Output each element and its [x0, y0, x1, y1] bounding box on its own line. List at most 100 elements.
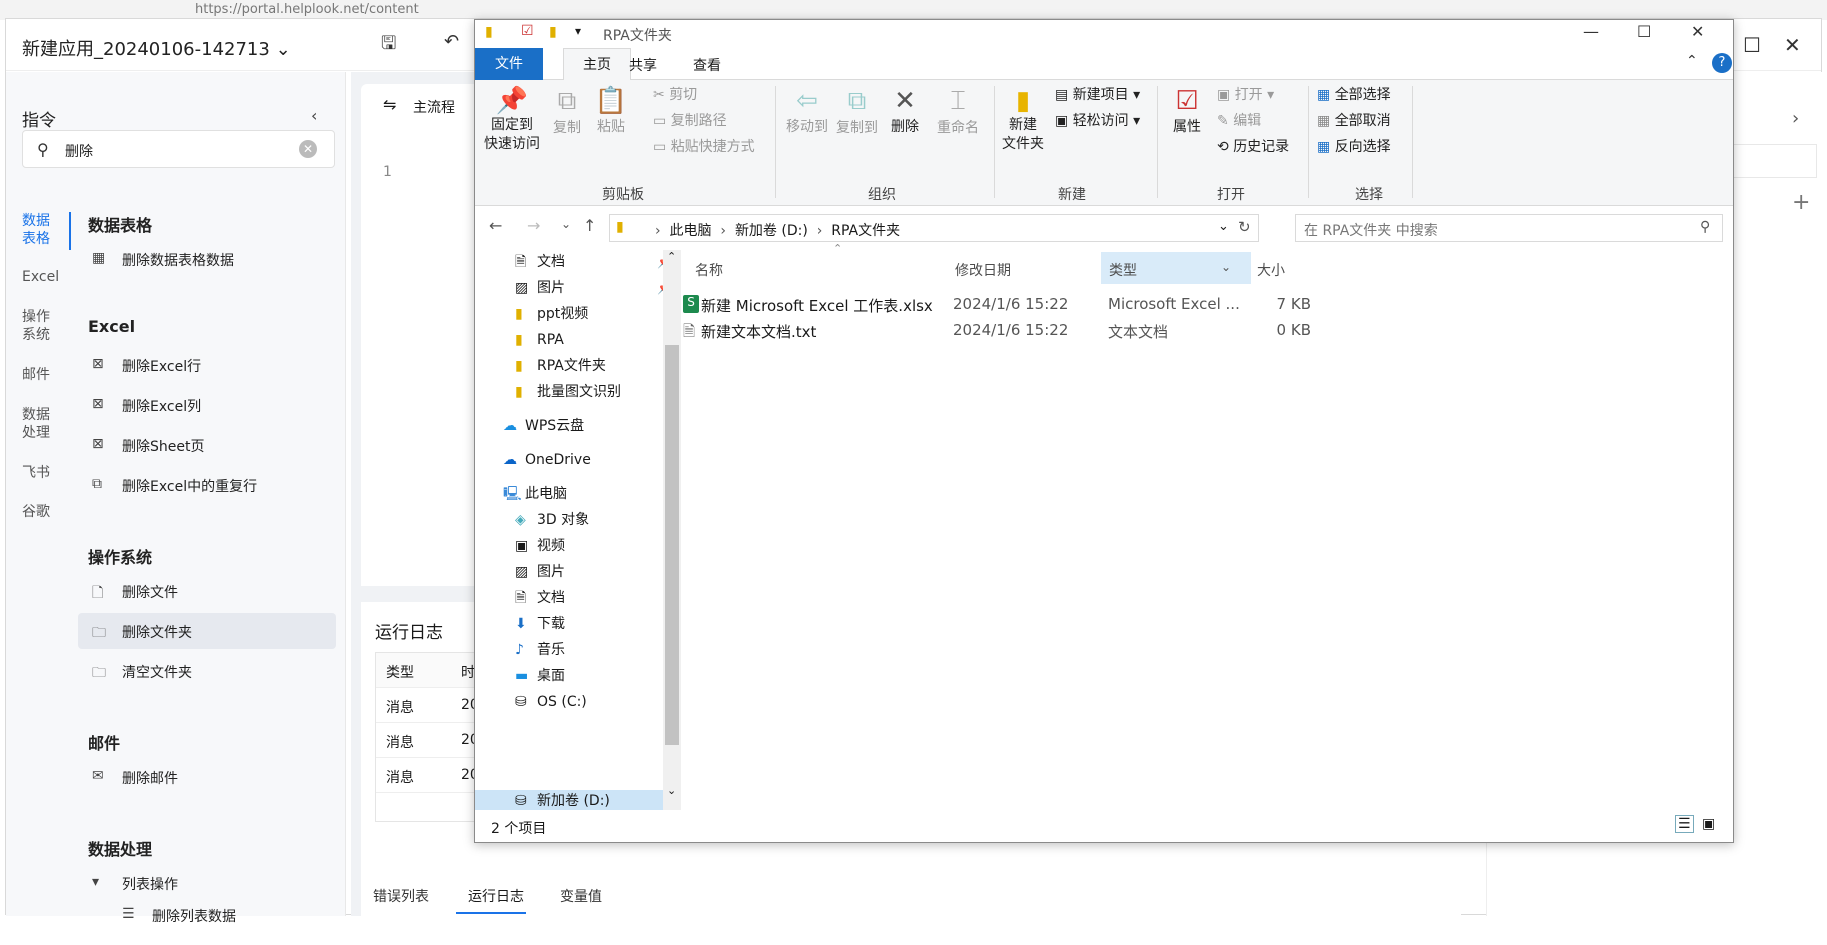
category-feishu[interactable]: 飞书	[22, 464, 50, 482]
paste-shortcut-button[interactable]: ▭ 粘贴快捷方式	[653, 136, 755, 156]
rename-button[interactable]: ⌶ 重命名	[933, 86, 983, 137]
properties-qa-icon[interactable]: ☑	[521, 23, 534, 39]
maximize-icon[interactable]: ☐	[1637, 22, 1651, 41]
nav-item[interactable]: ▮ RPA	[515, 326, 564, 354]
nav-item[interactable]: ⬇ 下载	[515, 610, 565, 638]
command-item[interactable]: 🗀 清空文件夹	[88, 653, 337, 689]
category-mail[interactable]: 邮件	[22, 366, 50, 384]
command-item[interactable]: ⧉ 删除Excel中的重复行	[88, 467, 337, 503]
maximize-icon[interactable]: ☐	[1743, 33, 1761, 57]
nav-item[interactable]: ☁ OneDrive	[503, 446, 591, 474]
nav-item[interactable]: 🗎文档📌	[515, 248, 672, 276]
edit-button[interactable]: ✎ 编辑	[1217, 110, 1261, 130]
recent-dropdown-icon[interactable]: ⌄	[561, 217, 571, 231]
column-filter-icon[interactable]: ⌄	[1221, 260, 1231, 274]
nav-item[interactable]: ▨图片📌	[515, 274, 672, 302]
properties-button[interactable]: ☑ 属性	[1165, 86, 1209, 136]
command-item[interactable]: ⊠ 删除Excel列	[88, 387, 337, 423]
address-bar[interactable]: ▮ › 此电脑 › 新加卷 (D:) › RPA文件夹 ⌄ ↻	[609, 214, 1259, 242]
customize-qa-icon[interactable]: ▾	[575, 24, 581, 38]
category-data-process[interactable]: 数据 处理	[22, 406, 50, 442]
tab-errors[interactable]: 错误列表	[373, 886, 429, 906]
tab-share[interactable]: 共享	[629, 55, 657, 75]
nav-item[interactable]: ▮ 批量图文识别	[515, 378, 621, 406]
nav-item[interactable]: 🖳 此电脑	[503, 480, 567, 508]
details-view-icon[interactable]: ☰	[1675, 815, 1694, 833]
up-arrow-icon[interactable]: ↑	[583, 216, 596, 235]
nav-item[interactable]: ◈ 3D 对象	[515, 506, 589, 534]
file-row[interactable]: 🗎 新建文本文档.txt 2024/1/6 15:22 文本文档 0 KB	[681, 318, 1531, 344]
add-icon[interactable]: +	[1792, 190, 1810, 215]
clear-icon[interactable]: ✕	[299, 140, 317, 158]
search-input[interactable]: 在 RPA文件夹 中搜索	[1304, 220, 1438, 240]
move-to-button[interactable]: ⇦ 移动到	[783, 86, 831, 136]
file-row[interactable]: S 新建 Microsoft Excel 工作表.xlsx 2024/1/6 15…	[681, 292, 1531, 318]
tab-view[interactable]: 查看	[693, 55, 721, 75]
category-chrome[interactable]: 谷歌	[22, 503, 50, 521]
nav-item[interactable]: ▨ 图片	[515, 558, 565, 586]
copy-path-button[interactable]: ▭ 复制路径	[653, 110, 727, 130]
column-type[interactable]: 类型	[1109, 260, 1137, 280]
refresh-icon[interactable]: ↻	[1238, 218, 1251, 236]
copy-button[interactable]: ⧉ 复制	[547, 86, 587, 137]
command-item[interactable]: ▦ 删除数据表格数据	[88, 241, 337, 277]
browser-url[interactable]: https://portal.helplook.net/content	[195, 2, 419, 17]
command-item[interactable]: ⊠ 删除Excel行	[88, 347, 337, 383]
nav-item[interactable]: ▮ RPA文件夹	[515, 352, 606, 380]
tab-home[interactable]: 主页	[563, 48, 631, 81]
command-item[interactable]: ✉ 删除邮件	[88, 759, 337, 795]
close-icon[interactable]: ✕	[1691, 22, 1704, 41]
tab-variables[interactable]: 变量值	[560, 886, 602, 906]
invert-selection-button[interactable]: ▦ 反向选择	[1317, 136, 1391, 156]
explorer-search[interactable]: 在 RPA文件夹 中搜索 ⚲	[1295, 214, 1723, 242]
open-button[interactable]: ▣ 打开 ▾	[1217, 84, 1274, 104]
delete-button[interactable]: ✕ 删除	[885, 86, 925, 136]
category-data-table[interactable]: 数据 表格	[22, 212, 50, 248]
tree-group[interactable]: ▾ 列表操作	[88, 865, 337, 901]
help-icon[interactable]: ?	[1712, 53, 1732, 73]
paste-button[interactable]: 📋 粘贴	[591, 86, 631, 136]
breadcrumb-item[interactable]: 新加卷 (D:)	[735, 223, 808, 239]
new-folder-button[interactable]: ▮ 新建 文件夹	[999, 86, 1047, 154]
chevron-up-icon[interactable]: ⌃	[1686, 53, 1698, 69]
nav-item[interactable]: ▬ 桌面	[515, 662, 565, 690]
nav-item[interactable]: ♪ 音乐	[515, 636, 565, 664]
save-icon[interactable]: 🖫	[381, 31, 396, 61]
scroll-down-icon[interactable]: ⌄	[667, 784, 676, 797]
chevron-right-icon[interactable]: ›	[1792, 108, 1799, 129]
breadcrumb-item[interactable]: 此电脑	[670, 223, 712, 239]
nav-scrollbar[interactable]: ⌃ ⌄	[663, 250, 681, 810]
minimize-icon[interactable]: —	[1583, 22, 1599, 41]
nav-item[interactable]: ⛁ OS (C:)	[515, 688, 587, 716]
column-name[interactable]: 名称	[695, 260, 723, 280]
command-search[interactable]: ⚲ 删除 ✕	[22, 130, 335, 168]
tab-file[interactable]: 文件	[475, 48, 543, 80]
command-item[interactable]: ☰ 删除列表数据	[118, 897, 337, 933]
address-dropdown-icon[interactable]: ⌄	[1218, 219, 1229, 234]
search-input[interactable]: 删除	[65, 141, 93, 161]
app-title[interactable]: 新建应用_20240106-142713 ⌄	[22, 35, 291, 61]
forward-arrow-icon[interactable]: →	[527, 216, 540, 235]
category-excel[interactable]: Excel	[22, 268, 59, 286]
command-item-selected[interactable]: 🗀 删除文件夹	[78, 613, 336, 649]
command-item[interactable]: 🗋 删除文件	[88, 573, 337, 609]
large-icons-view-icon[interactable]: ▣	[1702, 816, 1715, 832]
easy-access-button[interactable]: ▣ 轻松访问 ▾	[1055, 110, 1140, 130]
close-icon[interactable]: ✕	[1784, 33, 1801, 57]
cut-button[interactable]: ✂ 剪切	[653, 84, 697, 104]
undo-icon[interactable]: ↶	[444, 31, 459, 52]
column-date[interactable]: 修改日期	[955, 260, 1011, 280]
nav-item[interactable]: ☁ WPS云盘	[503, 412, 584, 440]
select-none-button[interactable]: ▦ 全部取消	[1317, 110, 1391, 130]
nav-item[interactable]: ▮ ppt视频	[515, 300, 588, 328]
new-item-button[interactable]: ▤ 新建项目 ▾	[1055, 84, 1140, 104]
scroll-up-icon[interactable]: ⌃	[667, 250, 676, 263]
category-os[interactable]: 操作 系统	[22, 308, 50, 344]
new-folder-qa-icon[interactable]: ▮	[549, 24, 557, 40]
collapse-icon[interactable]: ‹	[311, 106, 317, 125]
nav-item[interactable]: ▣ 视频	[515, 532, 565, 560]
pin-quick-access-button[interactable]: 📌 固定到 快速访问	[481, 86, 543, 154]
scroll-thumb[interactable]	[665, 345, 679, 745]
tab-run-log[interactable]: 运行日志	[468, 886, 524, 906]
select-all-button[interactable]: ▦ 全部选择	[1317, 84, 1391, 104]
